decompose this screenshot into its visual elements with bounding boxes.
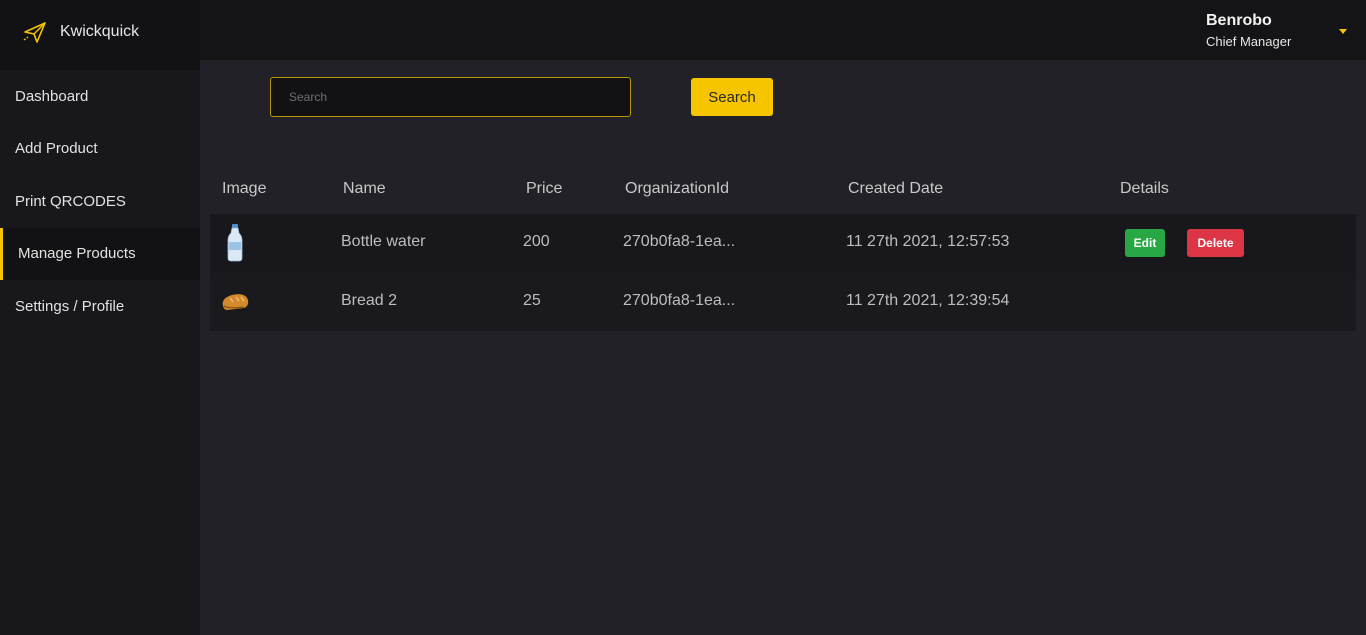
water-bottle-image [226, 224, 244, 267]
column-header-image: Image [222, 180, 267, 197]
search-input[interactable] [270, 77, 631, 117]
product-name: Bread 2 [341, 292, 398, 309]
sidebar-item-dashboard[interactable]: Dashboard [0, 70, 200, 123]
sidebar-item-add-product[interactable]: Add Product [0, 123, 200, 176]
product-created-date: 11 27th 2021, 12:57:53 [846, 233, 1010, 250]
search-button[interactable]: Search [691, 78, 773, 116]
product-organization-id: 270b0fa8-1ea... [623, 292, 736, 309]
brand[interactable]: Kwickquick [0, 0, 200, 70]
column-header-price: Price [526, 180, 563, 197]
product-organization-id: 270b0fa8-1ea... [623, 233, 736, 250]
user-menu[interactable]: Benrobo Chief Manager [1206, 12, 1291, 49]
column-header-organization-id: OrganizationId [625, 180, 730, 197]
product-price: 25 [523, 292, 541, 309]
product-created-date: 11 27th 2021, 12:39:54 [846, 292, 1010, 309]
bread-image [220, 292, 250, 317]
user-role: Chief Manager [1206, 34, 1292, 49]
top-bar: Benrobo Chief Manager [200, 0, 1366, 60]
column-header-created-date: Created Date [848, 180, 944, 197]
brand-name: Kwickquick [60, 23, 140, 40]
edit-button[interactable]: Edit [1125, 229, 1165, 257]
sidebar-item-manage-products[interactable]: Manage Products [0, 227, 200, 280]
column-header-details: Details [1120, 180, 1169, 197]
product-name: Bottle water [341, 233, 426, 250]
product-price: 200 [523, 233, 550, 250]
sidebar: Kwickquick Dashboard Add Product Print Q… [0, 0, 200, 635]
sidebar-item-settings-profile[interactable]: Settings / Profile [0, 280, 200, 333]
paper-plane-icon [22, 20, 48, 51]
sidebar-item-print-qrcodes[interactable]: Print QRCODES [0, 175, 200, 228]
user-name: Benrobo [1206, 12, 1272, 29]
caret-down-icon[interactable] [1339, 29, 1347, 34]
column-header-name: Name [343, 180, 386, 197]
delete-button[interactable]: Delete [1187, 229, 1244, 257]
